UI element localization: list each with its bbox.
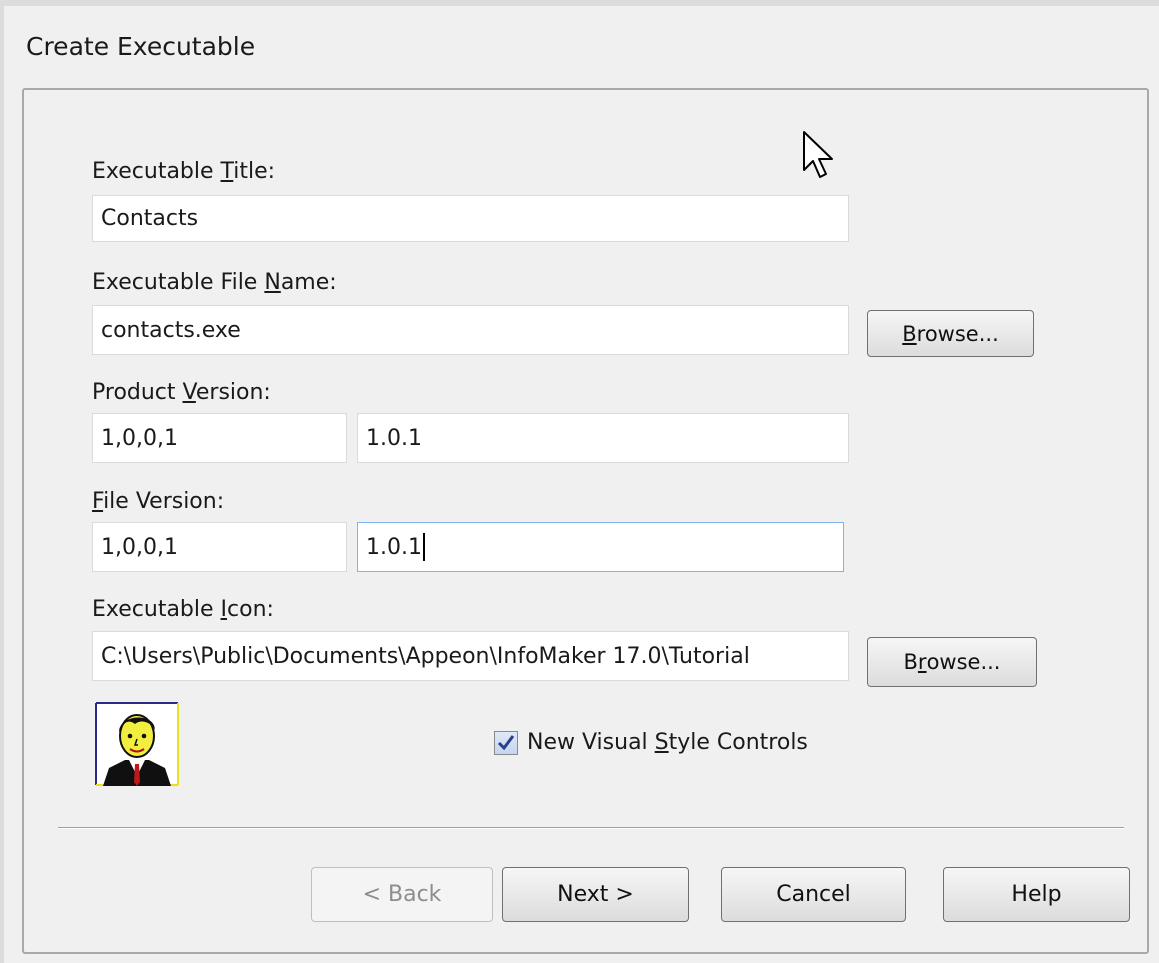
file-version-label: File Version: <box>92 489 225 514</box>
mouse-cursor-icon <box>802 130 838 186</box>
executable-title-label: Executable Title: <box>92 159 276 184</box>
new-visual-style-label[interactable]: New Visual Style Controls <box>527 729 808 757</box>
file-name-label: Executable File Name: <box>92 270 337 295</box>
executable-icon-label: Executable Icon: <box>92 597 274 622</box>
file-version-numeric-input[interactable]: 1,0,0,1 <box>92 522 347 572</box>
button-separator <box>58 827 1124 829</box>
window-top-edge <box>0 0 1159 6</box>
icon-path-input[interactable]: C:\Users\Public\Documents\Appeon\InfoMak… <box>92 631 849 681</box>
new-visual-style-checkbox[interactable] <box>494 731 518 755</box>
file-version-string-input[interactable]: 1.0.1 <box>357 522 844 572</box>
product-version-string-input[interactable]: 1.0.1 <box>357 413 849 463</box>
file-name-browse-button[interactable]: Browse... <box>867 310 1034 357</box>
product-version-label: Product Version: <box>92 380 271 405</box>
window-left-edge <box>0 0 4 963</box>
checkmark-icon <box>497 735 515 751</box>
executable-icon-preview <box>95 702 179 790</box>
dialog-title: Create Executable <box>26 32 256 61</box>
help-button[interactable]: Help <box>943 867 1130 922</box>
back-button[interactable]: < Back <box>311 867 493 922</box>
cancel-button[interactable]: Cancel <box>721 867 906 922</box>
file-name-input[interactable]: contacts.exe <box>92 305 849 355</box>
text-caret <box>422 533 425 561</box>
executable-title-input[interactable]: Contacts <box>92 195 849 242</box>
icon-browse-button[interactable]: Br owse... <box>867 637 1037 687</box>
next-button[interactable]: Next > <box>502 867 689 922</box>
product-version-numeric-input[interactable]: 1,0,0,1 <box>92 413 347 463</box>
